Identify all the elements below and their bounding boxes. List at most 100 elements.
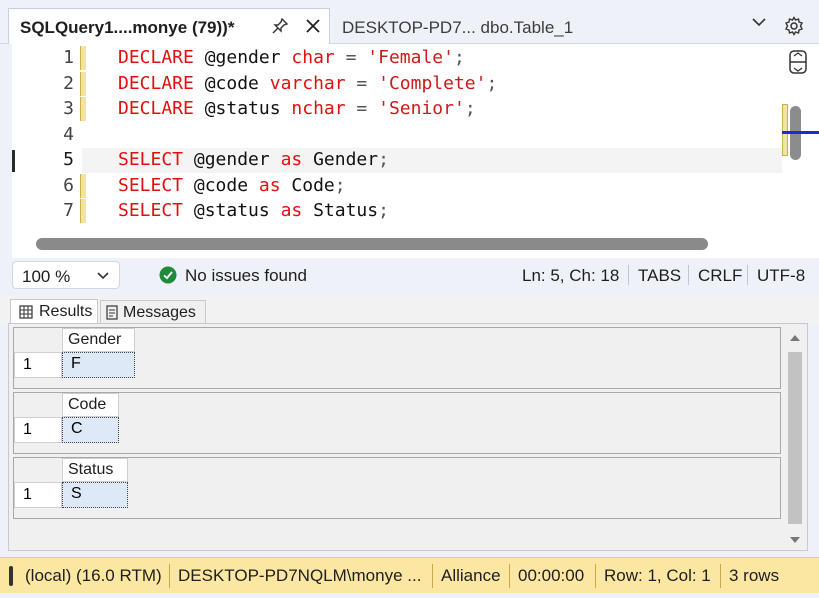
code-line[interactable]: SELECT @gender as Gender; — [118, 149, 389, 170]
divider — [169, 564, 170, 588]
scroll-up-icon[interactable] — [789, 334, 801, 342]
code-line[interactable]: SELECT @status as Status; — [118, 200, 389, 221]
code-line[interactable]: DECLARE @status nchar = 'Senior'; — [118, 98, 476, 119]
code-token: Code — [291, 174, 335, 196]
code-line[interactable]: DECLARE @gender char = 'Female'; — [118, 47, 465, 68]
result-grid-status[interactable]: Status 1 S — [13, 457, 781, 519]
server-name: (local) (16.0 RTM) — [25, 566, 162, 585]
zoom-dropdown[interactable]: 100 % — [12, 261, 120, 289]
change-indicator — [80, 173, 86, 198]
tab-sqlquery1[interactable]: SQLQuery1....monye (79))* — [8, 8, 330, 44]
change-indicator — [80, 97, 86, 121]
line-number: 1 — [63, 47, 74, 68]
column-header[interactable]: Status — [62, 458, 128, 482]
code-token: SELECT — [118, 149, 194, 170]
line-number: 6 — [63, 174, 74, 196]
column-header[interactable]: Gender — [62, 328, 135, 352]
close-icon[interactable] — [304, 17, 322, 35]
line-ending[interactable]: CRLF — [698, 266, 742, 286]
zoom-value: 100 % — [22, 267, 71, 286]
divider — [720, 564, 721, 588]
code-token: = — [345, 72, 379, 94]
results-vertical-scrollbar[interactable] — [786, 326, 804, 550]
code-token: char — [291, 47, 335, 68]
chevron-down-icon[interactable] — [752, 17, 766, 27]
code-token: as — [280, 200, 314, 221]
code-token: ; — [334, 174, 346, 196]
result-grid-gender[interactable]: Gender 1 F — [13, 327, 781, 389]
results-scroll-thumb[interactable] — [788, 352, 802, 524]
issues-status[interactable]: No issues found — [185, 266, 307, 286]
code-token: nchar — [291, 98, 346, 119]
grid-corner — [14, 393, 62, 417]
split-editor-icon[interactable] — [787, 49, 809, 75]
code-token: DECLARE — [118, 98, 205, 119]
code-token: Gender — [313, 149, 379, 170]
table-cell[interactable]: S — [62, 482, 128, 508]
code-token: SELECT — [118, 174, 194, 196]
check-circle-icon — [159, 266, 177, 284]
code-token: as — [258, 174, 292, 196]
results-pane: Gender 1 F Code 1 C Status 1 S — [8, 323, 808, 551]
scroll-down-icon[interactable] — [789, 536, 801, 544]
tab-title: SQLQuery1....monye (79))* — [20, 18, 235, 37]
pin-icon[interactable] — [271, 17, 289, 35]
editor-status-bar: 100 % No issues found Ln: 5, Ch: 18 TABS… — [0, 258, 819, 296]
row-count: 3 rows — [729, 566, 780, 585]
result-grid-code[interactable]: Code 1 C — [13, 392, 781, 454]
code-token: @status — [204, 98, 292, 119]
code-token: @status — [193, 200, 281, 221]
grid-corner — [14, 458, 62, 482]
code-token: @gender — [193, 149, 281, 170]
change-indicator — [80, 71, 86, 96]
tab-table1[interactable]: DESKTOP-PD7... dbo.Table_1 — [332, 8, 732, 44]
cursor-position[interactable]: Ln: 5, Ch: 18 — [522, 266, 619, 286]
code-token: varchar — [269, 72, 346, 94]
tab-title: DESKTOP-PD7... dbo.Table_1 — [342, 18, 574, 37]
line-number: 7 — [63, 200, 74, 221]
encoding[interactable]: UTF-8 — [757, 266, 805, 286]
row-number[interactable]: 1 — [14, 417, 62, 443]
row-number[interactable]: 1 — [14, 352, 62, 378]
row-number[interactable]: 1 — [14, 482, 62, 508]
code-line[interactable]: SELECT @code as Code; — [118, 175, 346, 196]
code-token: @gender — [204, 47, 292, 68]
grid-corner — [14, 328, 62, 352]
divider — [595, 564, 596, 588]
code-token: @code — [204, 72, 270, 94]
tab-label: Messages — [123, 304, 196, 321]
divider — [747, 265, 748, 285]
grid-icon — [19, 305, 33, 319]
code-token: ; — [486, 72, 498, 94]
caret-position-marker — [782, 131, 819, 134]
code-token: DECLARE — [118, 47, 205, 68]
editor-vertical-scrollbar[interactable] — [782, 44, 819, 258]
code-token: DECLARE — [118, 72, 205, 94]
gear-icon[interactable] — [784, 16, 804, 36]
table-cell[interactable]: F — [62, 352, 135, 378]
code-token: 'Female' — [367, 47, 454, 68]
chevron-down-icon — [97, 272, 109, 280]
line-number: 2 — [63, 72, 74, 94]
code-line[interactable]: DECLARE @code varchar = 'Complete'; — [118, 73, 497, 94]
code-token: SELECT — [118, 200, 194, 221]
horizontal-scrollbar[interactable] — [36, 238, 708, 250]
divider — [509, 564, 510, 588]
tab-results[interactable]: Results — [10, 299, 98, 324]
table-cell[interactable]: C — [62, 417, 119, 443]
code-token: = — [334, 47, 368, 68]
code-token: ; — [453, 47, 465, 68]
line-number: 3 — [63, 98, 74, 119]
query-editor[interactable]: 1 DECLARE @gender char = 'Female'; 2 DECLAR… — [12, 44, 782, 258]
column-header[interactable]: Code — [62, 393, 119, 417]
status-grip — [9, 566, 13, 586]
tab-messages[interactable]: Messages — [100, 300, 206, 325]
indentation-mode[interactable]: TABS — [638, 266, 681, 286]
messages-icon — [106, 305, 118, 320]
cursor-row-col: Row: 1, Col: 1 — [604, 566, 711, 585]
divider — [628, 265, 629, 285]
tab-label: Results — [39, 303, 93, 320]
database-name: Alliance — [441, 566, 501, 585]
line-number: 5 — [63, 149, 74, 170]
code-token: @code — [193, 174, 259, 196]
